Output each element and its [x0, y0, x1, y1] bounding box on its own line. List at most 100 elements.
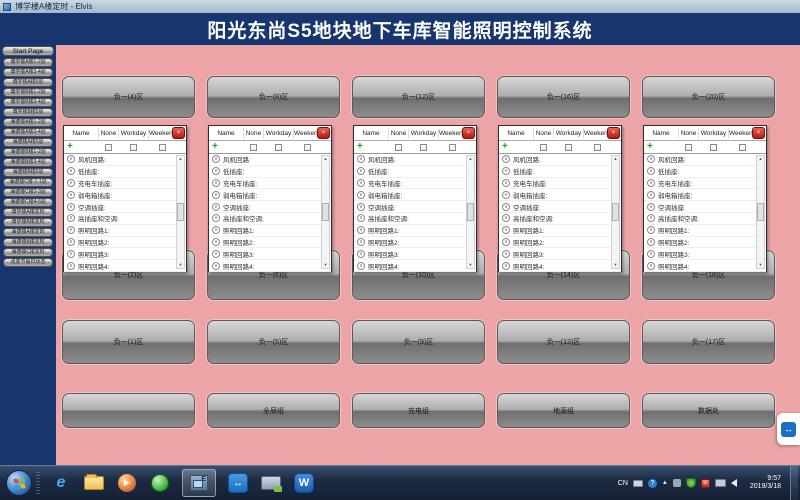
- circuit-row[interactable]: ∨ 高插座和空调:: [209, 213, 331, 225]
- scrollbar[interactable]: ▲ ▼: [466, 155, 475, 269]
- checkbox-none[interactable]: [250, 144, 257, 151]
- scroll-down-icon[interactable]: ▼: [179, 262, 183, 268]
- checkbox-none[interactable]: [105, 144, 112, 151]
- circuit-row[interactable]: ∨ 风机回路:: [209, 154, 331, 166]
- scroll-up-icon[interactable]: ▲: [324, 156, 328, 162]
- chevron-down-icon[interactable]: ∨: [502, 238, 510, 246]
- chevron-down-icon[interactable]: ∨: [212, 191, 220, 199]
- usb-icon[interactable]: [673, 479, 681, 487]
- network-icon[interactable]: [715, 479, 726, 487]
- sidebar-item[interactable]: 海德楼C楼2-3层: [3, 188, 53, 197]
- volume-icon[interactable]: [731, 479, 737, 487]
- checkbox-workday[interactable]: [565, 144, 572, 151]
- sidebar-item[interactable]: 海德楼A楼3-4层: [3, 128, 53, 137]
- chevron-down-icon[interactable]: ∨: [647, 167, 655, 175]
- add-icon[interactable]: +: [357, 142, 363, 152]
- help-icon[interactable]: ?: [648, 479, 657, 488]
- chevron-down-icon[interactable]: ∨: [502, 226, 510, 234]
- checkbox-weekend[interactable]: [449, 144, 456, 151]
- circuit-row[interactable]: ∨ 弱电箱插座:: [64, 189, 186, 201]
- tray-chevron-up-icon[interactable]: ▲: [662, 480, 668, 486]
- circuit-row[interactable]: ∨ 高插座和空调:: [64, 213, 186, 225]
- taskbar-explorer-icon[interactable]: [83, 472, 105, 494]
- taskbar-clock[interactable]: 9:57 2019/3/18: [750, 475, 781, 491]
- chevron-down-icon[interactable]: ∨: [67, 191, 75, 199]
- group-button[interactable]: [62, 393, 195, 428]
- chevron-down-icon[interactable]: ∨: [647, 250, 655, 258]
- circuit-row[interactable]: ∨ 低插座:: [64, 166, 186, 178]
- checkbox-weekend[interactable]: [594, 144, 601, 151]
- circuit-row[interactable]: ∨ 空调插座:: [64, 201, 186, 213]
- sidebar-item[interactable]: 海德楼A楼5层: [3, 138, 53, 147]
- chevron-down-icon[interactable]: ∨: [212, 167, 220, 175]
- scroll-thumb[interactable]: [177, 203, 184, 221]
- checkbox-weekend[interactable]: [159, 144, 166, 151]
- sidebar-item[interactable]: 海德楼B楼1-2层: [3, 148, 53, 157]
- circuit-row[interactable]: ∨ 风机回路:: [644, 154, 766, 166]
- circuit-row[interactable]: ∨ 照明回路2:: [354, 237, 476, 249]
- circuit-row[interactable]: ∨ 照明回路1:: [499, 225, 621, 237]
- chevron-down-icon[interactable]: ∨: [67, 203, 75, 211]
- shield-icon[interactable]: [686, 478, 696, 488]
- circuit-row[interactable]: ∨ 照明回路3:: [499, 248, 621, 260]
- chevron-down-icon[interactable]: ∨: [647, 226, 655, 234]
- chevron-down-icon[interactable]: ∨: [502, 167, 510, 175]
- add-icon[interactable]: +: [212, 142, 218, 152]
- scroll-up-icon[interactable]: ▲: [179, 156, 183, 162]
- add-icon[interactable]: +: [502, 142, 508, 152]
- checkbox-workday[interactable]: [130, 144, 137, 151]
- circuit-row[interactable]: ∨ 照明回路3:: [354, 248, 476, 260]
- circuit-row[interactable]: ∨ 低插座:: [209, 166, 331, 178]
- checkbox-weekend[interactable]: [739, 144, 746, 151]
- zone-mid-button[interactable]: 负一(9)区: [352, 320, 485, 364]
- chevron-down-icon[interactable]: ∨: [212, 250, 220, 258]
- circuit-row[interactable]: ∨ 高插座和空调:: [499, 213, 621, 225]
- taskbar-media-player-icon[interactable]: ▶: [116, 472, 138, 494]
- sidebar-item[interactable]: 博学楼A楼定时: [3, 208, 53, 217]
- scrollbar[interactable]: ▲ ▼: [321, 155, 330, 269]
- circuit-row[interactable]: ∨ 照明回路3:: [644, 248, 766, 260]
- checkbox-workday[interactable]: [275, 144, 282, 151]
- circuit-row[interactable]: ∨ 高插座和空调:: [354, 213, 476, 225]
- chevron-down-icon[interactable]: ∨: [357, 214, 365, 222]
- checkbox-weekend[interactable]: [304, 144, 311, 151]
- group-button[interactable]: 地源组: [497, 393, 630, 428]
- chevron-down-icon[interactable]: ∨: [67, 226, 75, 234]
- chevron-down-icon[interactable]: ∨: [647, 155, 655, 163]
- scroll-up-icon[interactable]: ▲: [614, 156, 618, 162]
- checkbox-none[interactable]: [395, 144, 402, 151]
- circuit-row[interactable]: ∨ 照明回路2:: [499, 237, 621, 249]
- chevron-down-icon[interactable]: ∨: [212, 238, 220, 246]
- chevron-down-icon[interactable]: ∨: [212, 214, 220, 222]
- chevron-down-icon[interactable]: ∨: [212, 262, 220, 270]
- taskbar-wps-icon[interactable]: W: [293, 472, 315, 494]
- circuit-row[interactable]: ∨ 高插座和空调:: [644, 213, 766, 225]
- circuit-row[interactable]: ∨ 照明回路1:: [354, 225, 476, 237]
- scroll-down-icon[interactable]: ▼: [759, 262, 763, 268]
- circuit-row[interactable]: ∨ 空调插座:: [644, 201, 766, 213]
- delete-button[interactable]: ×: [462, 127, 475, 139]
- circuit-row[interactable]: ∨ 空调插座:: [209, 201, 331, 213]
- taskbar-teamviewer-icon[interactable]: ↔: [227, 472, 249, 494]
- scrollbar[interactable]: ▲ ▼: [611, 155, 620, 269]
- circuit-row[interactable]: ∨ 充电车插座:: [354, 178, 476, 190]
- chevron-down-icon[interactable]: ∨: [357, 238, 365, 246]
- group-button[interactable]: 充电组: [352, 393, 485, 428]
- scrollbar[interactable]: ▲ ▼: [176, 155, 185, 269]
- circuit-row[interactable]: ∨ 弱电箱插座:: [209, 189, 331, 201]
- sidebar-item[interactable]: 海德楼A楼1-2层: [3, 118, 53, 127]
- circuit-row[interactable]: ∨ 低插座:: [644, 166, 766, 178]
- scroll-thumb[interactable]: [467, 203, 474, 221]
- circuit-row[interactable]: ∨ 照明回路1:: [64, 225, 186, 237]
- sidebar-item[interactable]: 海德楼C楼-1-1层: [3, 178, 53, 187]
- taskbar-elvis-active-app[interactable]: E: [182, 469, 216, 497]
- sidebar-item[interactable]: 博学楼A楼5层: [3, 78, 53, 87]
- taskbar-ie-icon[interactable]: e: [50, 472, 72, 494]
- chevron-down-icon[interactable]: ∨: [67, 214, 75, 222]
- chevron-down-icon[interactable]: ∨: [357, 155, 365, 163]
- circuit-row[interactable]: ∨ 充电车插座:: [209, 178, 331, 190]
- sidebar-item[interactable]: 海德楼C楼定时: [3, 248, 53, 257]
- window-icon[interactable]: [3, 3, 11, 11]
- chevron-down-icon[interactable]: ∨: [647, 179, 655, 187]
- chevron-down-icon[interactable]: ∨: [647, 203, 655, 211]
